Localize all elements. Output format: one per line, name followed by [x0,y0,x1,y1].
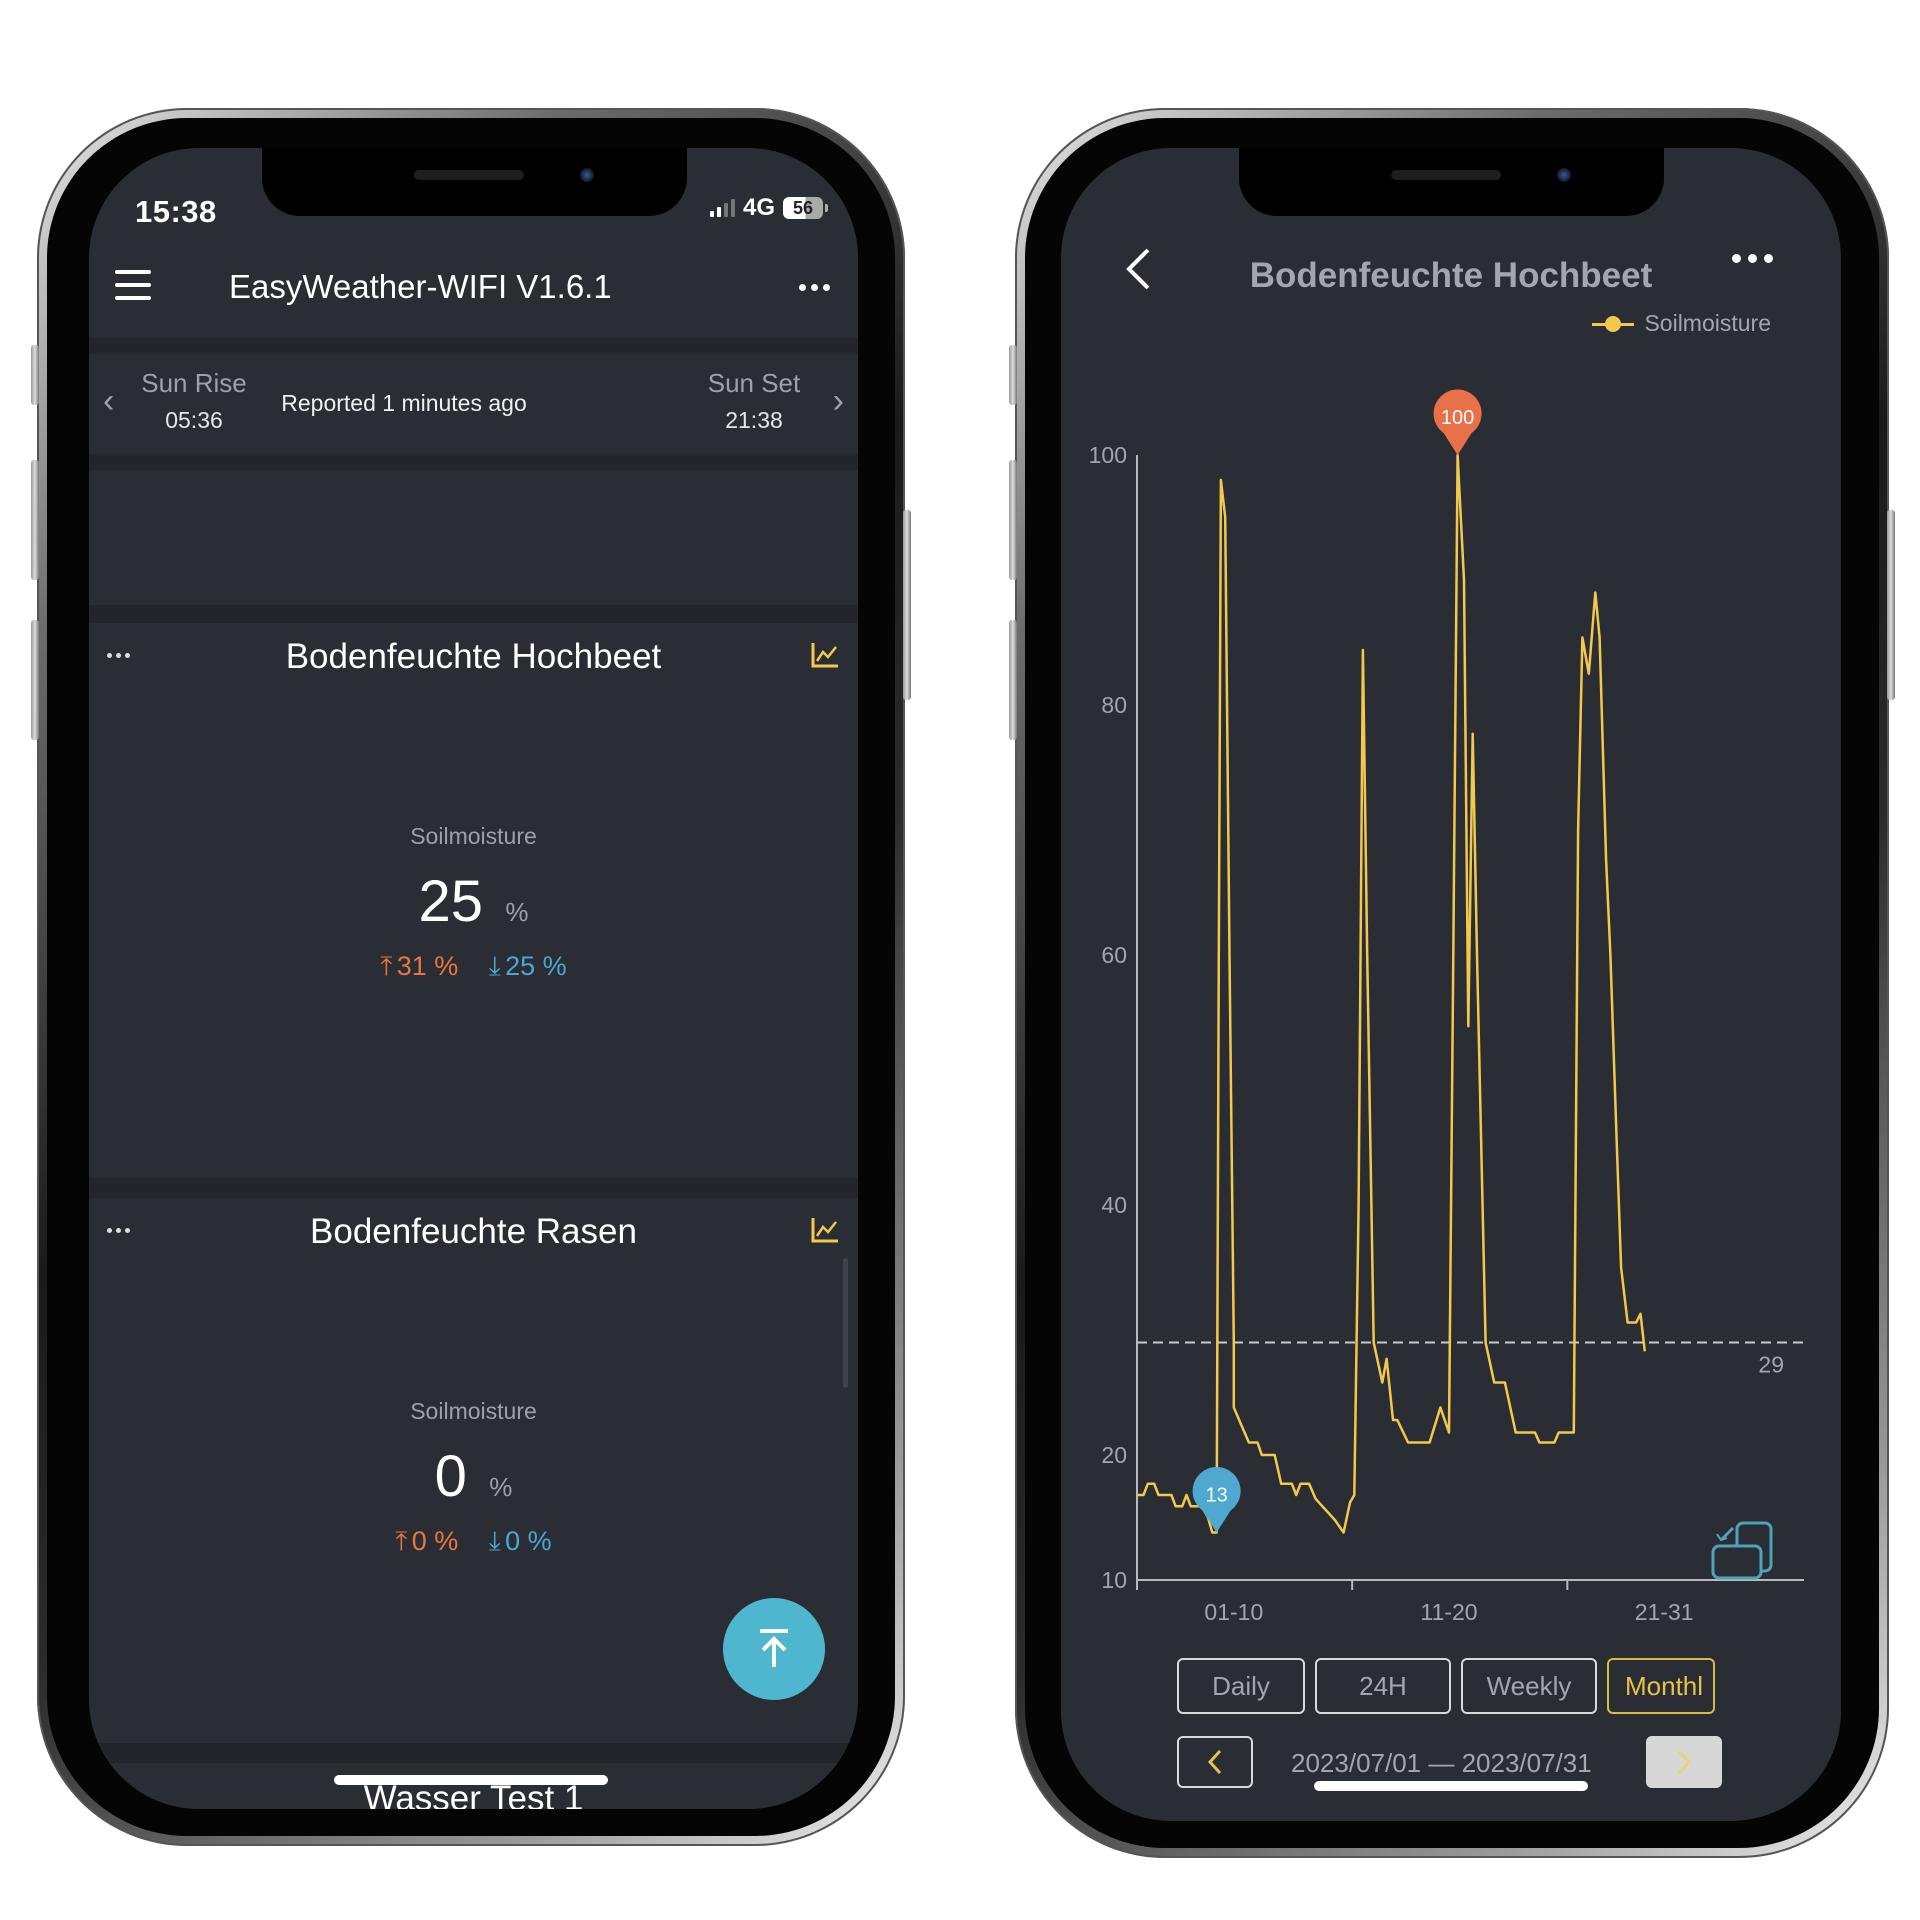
previous-period-button[interactable] [1177,1736,1253,1788]
chevron-left-icon[interactable]: ‹ [103,382,114,421]
low-value: 0 % [505,1526,552,1556]
power-button [903,510,911,700]
arrow-down-to-line-icon: ⤓ [488,951,501,981]
x-tick-label: 01-10 [1204,1599,1263,1625]
front-camera [580,168,594,182]
hamburger-icon[interactable] [115,270,151,300]
range-weekly-button[interactable]: Weekly [1461,1658,1597,1714]
card-title: Bodenfeuchte Hochbeet [285,637,662,676]
high-low-row: ⤒ 31 % ⤓ 25 % [89,951,858,983]
arrow-down-to-line-icon: ⤓ [488,1526,501,1556]
network-type: 4G [742,194,775,221]
speaker [1391,170,1501,180]
metric-label: Soilmoisture [410,823,537,849]
y-tick-label: 60 [1101,942,1127,968]
left-screen: 15:38 4G 56 EasyWeather-WIFI V1.6.1 ‹ Su… [89,148,858,1809]
sunrise-block: Sun Rise 05:36 [129,368,259,434]
arrow-up-to-line-icon: ⤒ [380,951,393,981]
soilmoisture-line-chart[interactable]: 10 20 40 60 80 100 01-10 11-20 21-31 29 100 13 [1061,148,1841,1821]
sunset-block: Sun Set 21:38 [689,368,819,434]
notch [1239,148,1664,216]
chart-icon[interactable] [810,641,840,669]
scroll-to-top-icon [760,1629,788,1667]
sensor-card-rasen[interactable]: Bodenfeuchte Rasen Soilmoisture 0 % ⤒ 0 … [89,1198,858,1743]
sensor-card-wasser[interactable]: Wasser Test 1 [89,1763,858,1809]
range-24h-button[interactable]: 24H [1315,1658,1451,1714]
high-value: 31 % [396,951,459,981]
metric-label: Soilmoisture [410,1398,537,1424]
divider [89,1743,858,1763]
x-tick-label: 11-20 [1420,1599,1477,1625]
right-screen: Bodenfeuchte Hochbeet Soilmoisture 10 20 4… [1061,148,1841,1821]
divider [89,605,858,623]
range-monthly-button[interactable]: Monthl [1607,1658,1715,1714]
series-line-soilmoisture [1137,453,1647,1534]
sunset-label: Sun Set [707,368,801,398]
divider [89,1178,858,1198]
max-marker-label: 100 [1441,407,1474,429]
divider [89,454,858,470]
chevron-left-icon [1207,1749,1222,1775]
metric-unit: % [505,897,529,927]
chevron-right-icon [1677,1749,1692,1775]
rotate-screen-icon[interactable] [1711,1521,1773,1580]
side-button [1009,345,1017,405]
sensor-card-hochbeet[interactable]: Bodenfeuchte Hochbeet Soilmoisture 25 % … [89,623,858,1178]
battery-icon: 56 [783,197,828,219]
y-tick-label: 10 [1101,1567,1127,1593]
side-button [31,345,39,405]
high-value: 0 % [411,1526,459,1556]
volume-up-button [1009,460,1017,580]
app-header: EasyWeather-WIFI V1.6.1 [89,238,858,338]
min-marker-label: 13 [1205,1485,1227,1507]
home-indicator[interactable] [334,1775,608,1785]
reported-status: Reported 1 minutes ago [281,390,527,416]
app-title: EasyWeather-WIFI V1.6.1 [229,268,612,305]
chart-icon[interactable] [810,1216,840,1244]
battery-level: 56 [783,197,823,219]
low-value: 25 % [505,951,567,981]
x-tick-label: 21-31 [1635,1599,1694,1625]
sunrise-label: Sun Rise [141,368,247,398]
metric-value: 25 [418,869,483,934]
y-tick-label: 40 [1101,1192,1127,1218]
average-label: 29 [1758,1352,1784,1378]
status-icons: 4G 56 [709,194,828,222]
date-range-label: 2023/07/01 — 2023/07/31 [1291,1748,1592,1778]
sun-info-row: ‹ Sun Rise 05:36 Reported 1 minutes ago … [89,354,858,454]
y-tick-label: 100 [1089,442,1127,468]
arrow-up-to-line-icon: ⤒ [395,1526,408,1556]
metric-value-row: 25 % [89,868,858,935]
metric-unit: % [489,1472,513,1502]
volume-up-button [31,460,39,580]
high-low-row: ⤒ 0 % ⤓ 0 % [89,1526,858,1558]
speaker [414,170,524,180]
power-button [1887,510,1895,700]
metric-value-row: 0 % [89,1443,858,1510]
y-tick-label: 80 [1101,692,1127,718]
next-period-button[interactable] [1646,1736,1722,1788]
status-time: 15:38 [135,194,217,229]
home-indicator[interactable] [1314,1781,1588,1791]
range-daily-button[interactable]: Daily [1177,1658,1305,1714]
front-camera [1557,168,1571,182]
volume-down-button [31,620,39,740]
notch [262,148,687,216]
empty-panel [89,470,858,605]
chevron-right-icon[interactable]: › [833,382,844,421]
range-selector: Daily 24H Weekly Monthl [1177,1658,1717,1718]
divider [89,338,858,354]
y-tick-label: 20 [1101,1442,1127,1468]
sunset-time: 21:38 [725,407,783,433]
scrollbar[interactable] [843,1258,848,1388]
scroll-to-top-button[interactable] [723,1598,825,1700]
sunrise-time: 05:36 [165,407,223,433]
card-title: Bodenfeuchte Rasen [310,1212,637,1251]
more-dots-icon[interactable] [799,284,830,291]
metric-value: 0 [434,1444,467,1509]
volume-down-button [1009,620,1017,740]
signal-icon [709,199,735,217]
